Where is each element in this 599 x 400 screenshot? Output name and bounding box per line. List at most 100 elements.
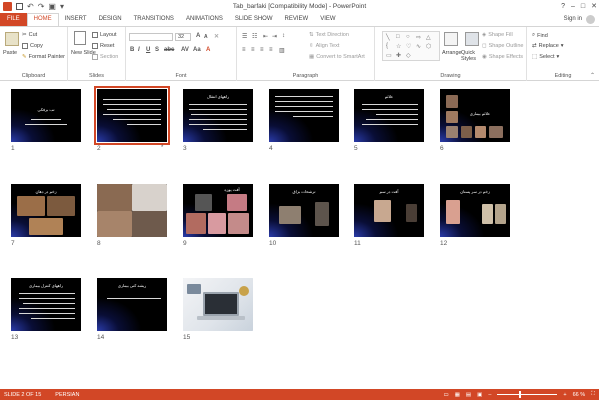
decrease-indent-button[interactable]: ⇤	[263, 33, 268, 40]
slide-thumbnail-3[interactable]: راههای انتقال	[183, 89, 253, 142]
slide-count-status[interactable]: SLIDE 2 OF 15	[0, 392, 41, 398]
zoom-in-icon[interactable]: +	[563, 392, 566, 398]
copy-button[interactable]: Copy	[22, 43, 43, 49]
increase-indent-button[interactable]: ⇥	[272, 33, 277, 40]
justify-button[interactable]: ≡	[269, 47, 273, 53]
slide-thumbnail-5[interactable]: علائم	[354, 89, 424, 142]
align-right-button[interactable]: ≡	[260, 47, 264, 53]
bold-button[interactable]: B	[130, 47, 134, 53]
zoom-slider-handle[interactable]	[519, 391, 522, 398]
shape-cross-icon: ✚	[396, 53, 402, 59]
slide-thumbnail-2[interactable]	[94, 86, 170, 145]
slide-text-line	[23, 303, 75, 305]
sign-in-link[interactable]: Sign in	[564, 13, 582, 26]
tab-view[interactable]: VIEW	[314, 13, 341, 26]
quick-styles-icon[interactable]	[465, 32, 479, 46]
undo-icon[interactable]: ↶	[27, 2, 34, 11]
redo-icon[interactable]: ↷	[38, 2, 45, 11]
font-size-box[interactable]: 32	[175, 33, 191, 41]
slide-thumbnail-1[interactable]: تب برفکی	[11, 89, 81, 142]
tab-transitions[interactable]: TRANSITIONS	[128, 13, 180, 26]
start-slideshow-icon[interactable]: ▣	[48, 2, 56, 11]
slide-thumbnail-8[interactable]	[97, 184, 167, 237]
shape-effects-button[interactable]: ◉ Shape Effects	[482, 54, 523, 60]
tab-animations[interactable]: ANIMATIONS	[180, 13, 229, 26]
tab-review[interactable]: REVIEW	[279, 13, 315, 26]
tab-file[interactable]: FILE	[0, 13, 27, 26]
normal-view-icon[interactable]: ▭	[444, 392, 449, 398]
reset-button[interactable]: Reset	[92, 43, 114, 49]
slide-thumbnail-15[interactable]	[183, 278, 253, 331]
zoom-out-icon[interactable]: –	[488, 392, 491, 398]
quick-styles-button[interactable]: Quick Styles	[461, 50, 483, 62]
reading-view-icon[interactable]: ▤	[466, 392, 471, 398]
slide-thumbnail-14[interactable]: ریشه کنی بیماری	[97, 278, 167, 331]
columns-button[interactable]: ▥	[279, 47, 285, 54]
numbering-button[interactable]: ☷	[252, 33, 257, 40]
change-case-button[interactable]: Aa	[193, 47, 201, 53]
char-spacing-button[interactable]: AV	[181, 47, 189, 53]
smartart-button[interactable]: ▦ Convert to SmartArt	[309, 54, 365, 60]
customize-qat-icon[interactable]: ▾	[60, 2, 64, 11]
layout-button[interactable]: Layout	[92, 32, 117, 38]
save-icon[interactable]	[16, 3, 23, 10]
slide-thumbnail-13[interactable]: راههای کنترل بیماری	[11, 278, 81, 331]
zoom-slider[interactable]	[497, 391, 558, 398]
slide-thumbnail-7[interactable]: زخم در دهان	[11, 184, 81, 237]
help-button[interactable]: ?	[561, 0, 565, 13]
slideshow-view-icon[interactable]: ▣	[477, 392, 482, 398]
new-slide-icon[interactable]	[74, 31, 86, 45]
select-button[interactable]: ⬚ Select ▾	[532, 54, 559, 60]
text-direction-button[interactable]: ⇅ Text Direction	[309, 32, 349, 38]
shape-outline-button[interactable]: ◻ Shape Outline	[482, 43, 523, 49]
tab-slide-show[interactable]: SLIDE SHOW	[229, 13, 279, 26]
shape-fill-icon: ◈	[482, 32, 487, 38]
format-painter-icon: ✎	[22, 54, 27, 60]
cut-button[interactable]: ✂ Cut	[22, 32, 37, 38]
slide-thumbnail-9[interactable]: آفت پوزه	[183, 184, 253, 237]
font-color-button[interactable]: A	[206, 47, 210, 53]
slide-thumbnail-6[interactable]: علائم بیماری	[440, 89, 510, 142]
zoom-level[interactable]: 66 %	[573, 392, 586, 398]
align-center-button[interactable]: ≡	[251, 47, 255, 53]
tab-insert[interactable]: INSERT	[59, 13, 93, 26]
shadow-button[interactable]: S	[155, 47, 159, 53]
tab-design[interactable]: DESIGN	[93, 13, 128, 26]
slide-thumbnail-11[interactable]: آفت در سم	[354, 184, 424, 237]
underline-button[interactable]: U	[146, 47, 150, 53]
grow-font-button[interactable]: A	[196, 33, 200, 39]
slide-thumbnail-4[interactable]	[269, 89, 339, 142]
sign-in[interactable]: Sign in	[564, 13, 595, 26]
fit-slide-icon[interactable]: ⛶	[591, 391, 595, 398]
slide-thumbnail-10[interactable]: ترشحات بزاق	[269, 184, 339, 237]
arrange-button[interactable]: Arrange	[442, 50, 462, 56]
animation-marker[interactable]: *	[161, 145, 163, 151]
find-icon: ⌕	[532, 32, 536, 38]
paste-icon[interactable]	[5, 32, 19, 46]
language-status[interactable]: PERSIAN	[41, 392, 79, 398]
italic-button[interactable]: I	[138, 47, 140, 53]
arrange-icon[interactable]	[444, 32, 458, 46]
align-left-button[interactable]: ≡	[242, 47, 246, 53]
format-painter-button[interactable]: ✎ Format Painter	[22, 54, 65, 60]
strikethrough-button[interactable]: abc	[164, 47, 174, 53]
minimize-button[interactable]: –	[571, 0, 575, 13]
shrink-font-button[interactable]: A	[204, 34, 208, 40]
close-button[interactable]: ✕	[591, 0, 597, 13]
replace-button[interactable]: ⇄ Replace ▾	[532, 43, 564, 49]
find-button[interactable]: ⌕ Find	[532, 32, 548, 39]
line-spacing-button[interactable]: ↕	[282, 33, 285, 39]
maximize-button[interactable]: □	[581, 0, 585, 13]
paste-button[interactable]: Paste	[3, 50, 17, 56]
bullets-button[interactable]: ☰	[242, 33, 247, 40]
tab-home[interactable]: HOME	[26, 13, 59, 26]
collapse-ribbon-icon[interactable]: ⌃	[590, 72, 595, 79]
section-button[interactable]: Section	[92, 54, 118, 60]
shape-fill-button[interactable]: ◈ Shape Fill	[482, 32, 513, 38]
slide-sorter-view-icon[interactable]: ▦	[455, 392, 460, 398]
shapes-gallery[interactable]: ╲ □ ○ ⇨ △ { ☆ ♡ ∿ ⬡ ▭ ✚ ◇	[382, 31, 440, 61]
font-name-box[interactable]	[129, 33, 173, 41]
clear-formatting-button[interactable]: ✕	[214, 33, 219, 40]
slide-thumbnail-12[interactable]: زخم در سر پستان	[440, 184, 510, 237]
align-text-button[interactable]: ⇳ Align Text	[309, 43, 339, 49]
